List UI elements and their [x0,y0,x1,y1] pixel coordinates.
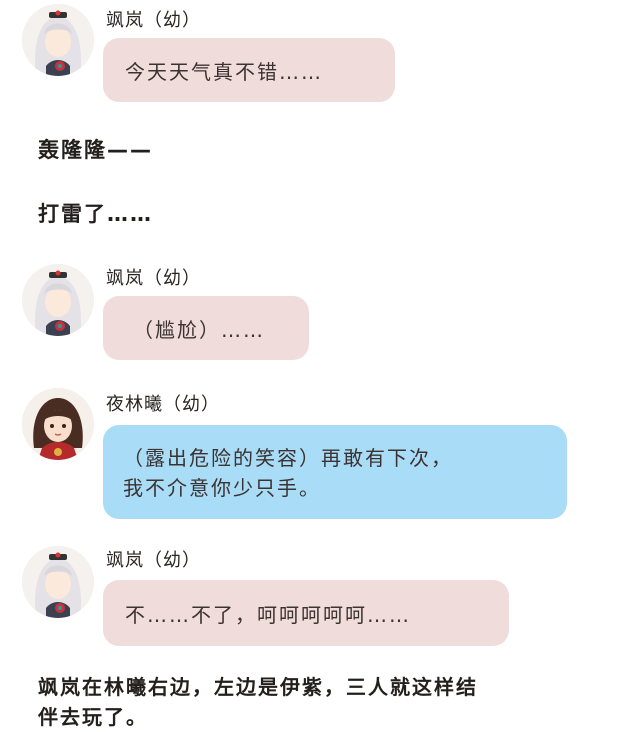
white-hair-avatar [22,546,94,618]
speaker-name: 飒岚（幼） [106,550,201,571]
message-bubble: （露出危险的笑容）再敢有下次， 我不介意你少只手。 [103,425,567,519]
narration-text: 打雷了…… [38,202,153,226]
white-hair-avatar [22,4,94,76]
message-text: 今天天气真不错…… [125,60,323,84]
brown-hair-avatar [22,388,94,460]
message-bubble: （尴尬）…… [103,296,309,360]
narration-text: 轰隆隆—— [38,138,153,162]
message-text: （尴尬）…… [133,318,265,342]
speaker-name: 飒岚（幼） [106,268,201,289]
speaker-name: 飒岚（幼） [106,10,201,31]
message-text: 我不介意你少只手。 [123,476,321,500]
narration-text: 飒岚在林曦右边，左边是伊紫，三人就这样结 伴去玩了。 [38,672,478,732]
narration-line: 伴去玩了。 [38,705,148,729]
message-bubble: 不……不了，呵呵呵呵呵…… [103,580,509,646]
message-text: 不……不了，呵呵呵呵呵…… [125,603,411,627]
speaker-name: 夜林曦（幼） [106,394,220,415]
message-bubble: 今天天气真不错…… [103,38,395,102]
message-text: （露出危险的笑容）再敢有下次， [123,446,453,470]
narration-line: 飒岚在林曦右边，左边是伊紫，三人就这样结 [38,675,478,699]
white-hair-avatar [22,264,94,336]
